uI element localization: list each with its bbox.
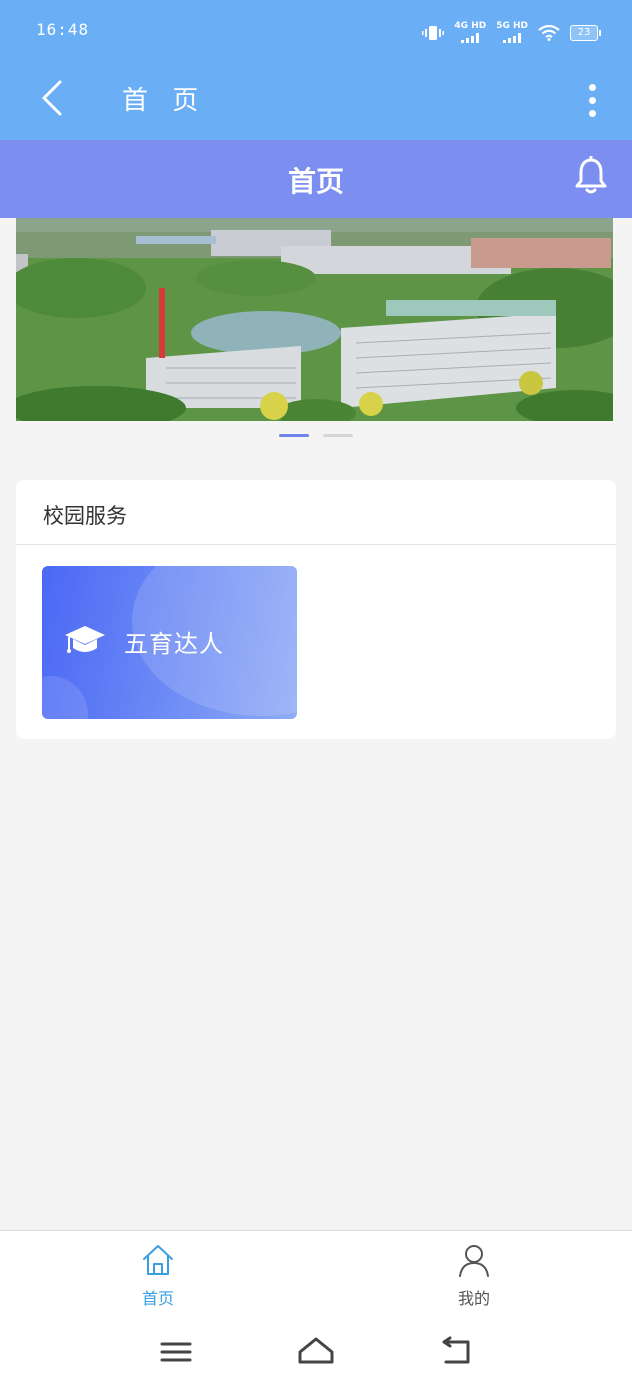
- app-bar-title: 首 页: [122, 86, 207, 116]
- tab-home[interactable]: 首页: [98, 1243, 218, 1309]
- service-tile-label: 五育达人: [124, 630, 224, 658]
- graduation-cap-icon: [65, 626, 105, 653]
- page-header: 首页: [0, 140, 632, 218]
- menu-icon[interactable]: [156, 1334, 196, 1370]
- chevron-left-icon: [42, 80, 62, 116]
- user-icon: [459, 1245, 489, 1277]
- bell-icon[interactable]: [574, 156, 608, 196]
- signal-1-label: 4G HD: [454, 21, 487, 31]
- tile-decoration: [42, 676, 88, 719]
- status-bar: 16:48 4G HD 5G HD 23: [0, 0, 632, 64]
- vibrate-icon: [422, 25, 445, 40]
- status-time: 16:48: [36, 20, 90, 39]
- back-nav-icon[interactable]: [436, 1334, 476, 1370]
- services-card-header: 校园服务: [16, 480, 616, 545]
- tab-home-label: 首页: [141, 1289, 174, 1308]
- tab-mine-label: 我的: [457, 1289, 490, 1308]
- carousel-dot[interactable]: [323, 434, 353, 437]
- campus-aerial-photo: [16, 218, 613, 421]
- home-icon: [143, 1245, 173, 1275]
- app-bar: 首 页: [0, 64, 632, 140]
- service-tile-wuyu[interactable]: 五育达人: [42, 566, 297, 719]
- services-card: 校园服务 五育达人: [16, 480, 616, 739]
- battery-icon: 23: [570, 24, 601, 41]
- back-button[interactable]: [36, 78, 76, 118]
- page-title: 首页: [287, 165, 344, 198]
- status-icons: 4G HD 5G HD 23: [422, 22, 601, 43]
- signal-icon: 5G HD: [496, 22, 528, 43]
- wifi-icon: [538, 24, 560, 41]
- signal-icon: 4G HD: [454, 22, 486, 43]
- banner-carousel[interactable]: [16, 218, 613, 421]
- more-vertical-icon[interactable]: [582, 80, 602, 120]
- tab-mine[interactable]: 我的: [414, 1243, 534, 1309]
- tab-bar: 首页 我的: [0, 1230, 632, 1321]
- home-nav-icon[interactable]: [296, 1334, 336, 1370]
- services-title: 校园服务: [43, 504, 127, 528]
- signal-2-label: 5G HD: [496, 21, 528, 31]
- system-nav-bar: [0, 1320, 632, 1391]
- carousel-indicator: [0, 434, 632, 437]
- carousel-dot[interactable]: [279, 434, 309, 437]
